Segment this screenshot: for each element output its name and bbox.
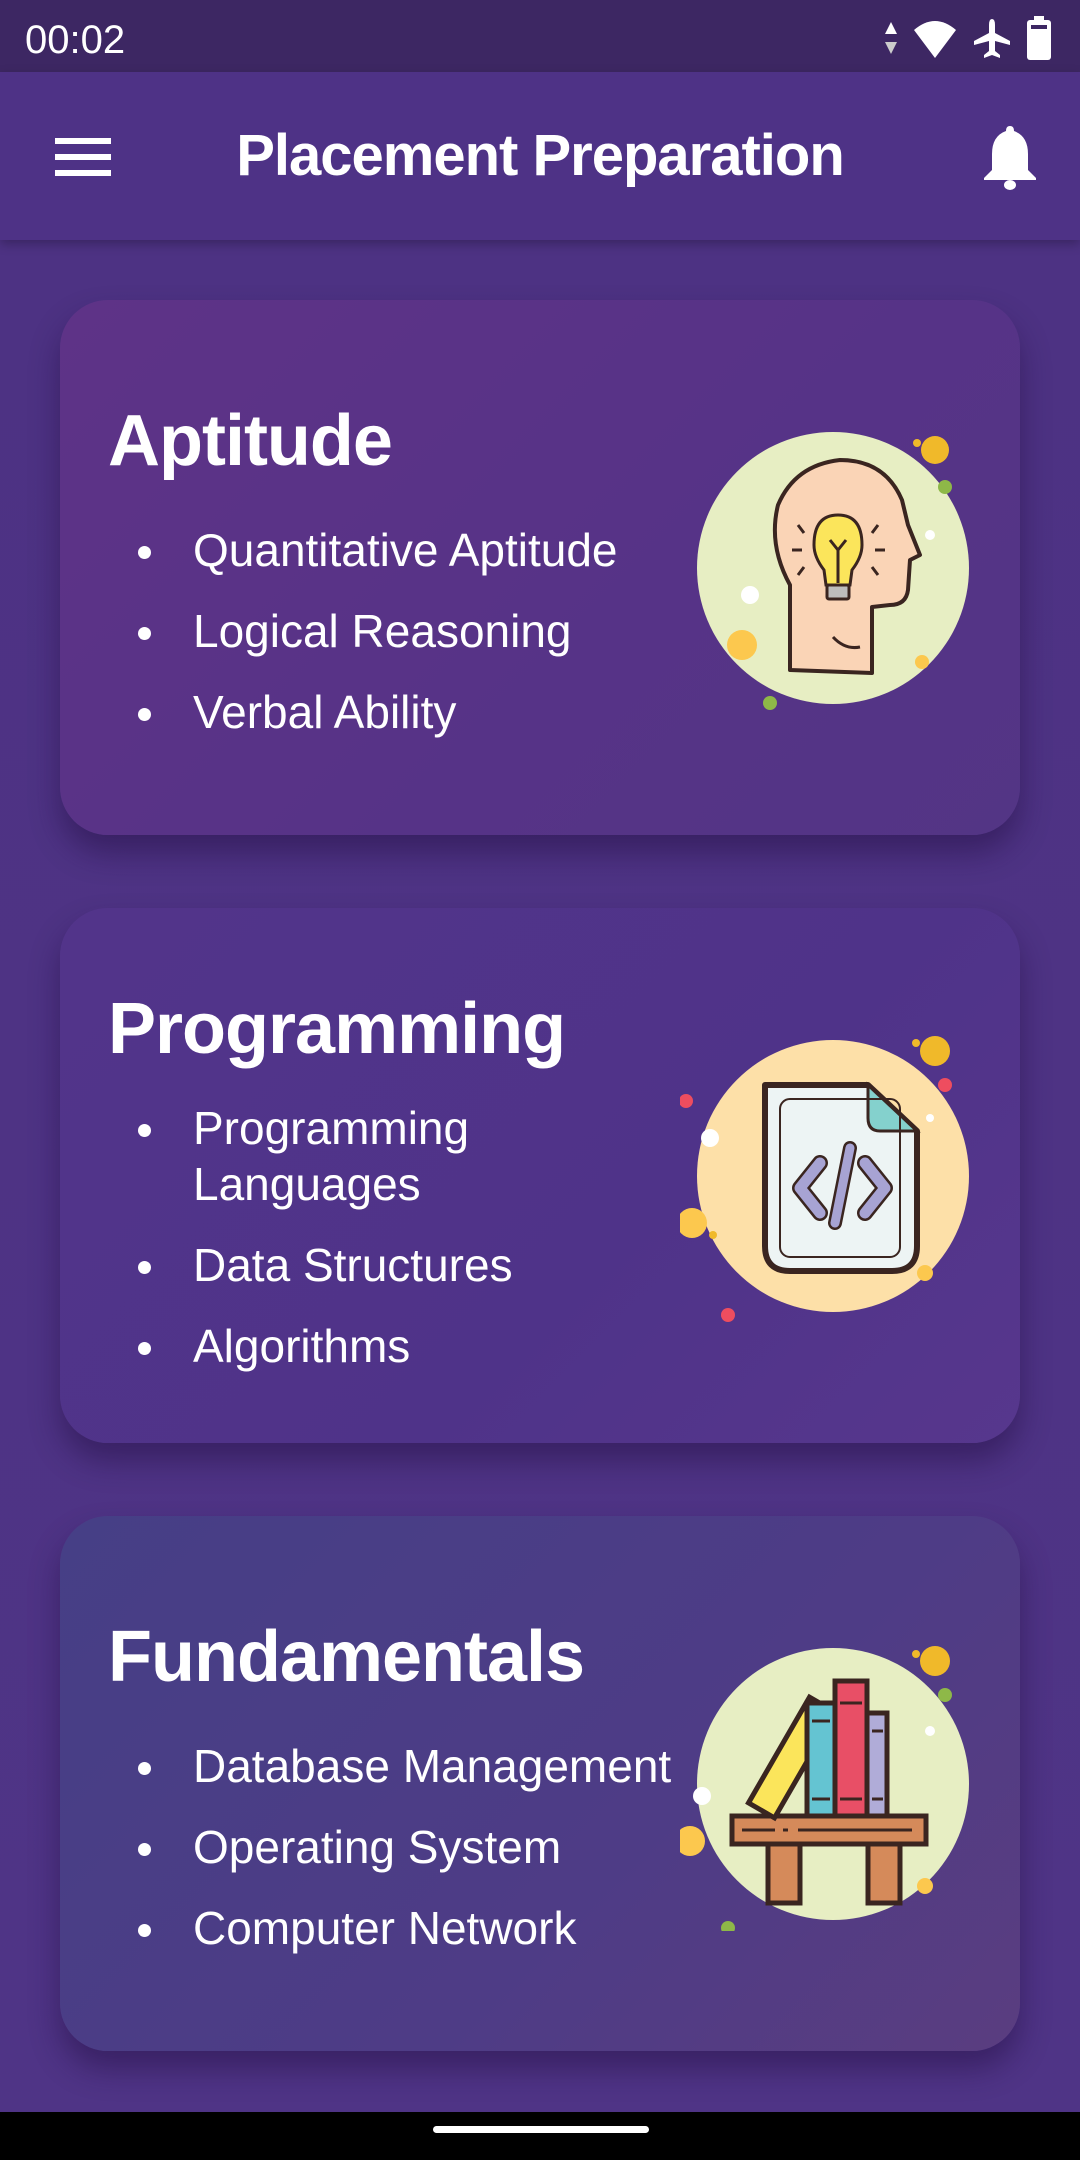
topic-list: Programming Languages Data Structures Al… xyxy=(108,1100,533,1399)
bookshelf-icon xyxy=(680,1646,969,1931)
list-item[interactable]: Computer Network xyxy=(108,1900,671,1956)
topic-list: Database Management Operating System Com… xyxy=(108,1738,671,1981)
list-item[interactable]: Quantitative Aptitude xyxy=(108,522,618,578)
list-item[interactable]: Data Structures xyxy=(108,1237,533,1293)
topic-list: Quantitative Aptitude Logical Reasoning … xyxy=(108,522,618,765)
battery-icon xyxy=(1027,16,1051,60)
code-file-icon xyxy=(680,1036,969,1322)
bell-icon[interactable] xyxy=(980,122,1040,192)
wifi-icon xyxy=(914,21,956,58)
airplane-mode-icon xyxy=(974,19,1010,58)
page-title: Placement Preparation xyxy=(236,123,845,188)
list-item[interactable]: Algorithms xyxy=(108,1318,533,1374)
app-bar: Placement Preparation xyxy=(0,72,1080,240)
content-area: Aptitude Quantitative Aptitude Logical R… xyxy=(0,240,1080,2112)
list-item[interactable]: Database Management xyxy=(108,1738,671,1794)
status-icons xyxy=(884,16,1052,60)
card-programming[interactable]: Programming Programming Languages Data S… xyxy=(60,908,1020,1443)
status-bar: 00:02 xyxy=(0,0,1080,72)
card-aptitude[interactable]: Aptitude Quantitative Aptitude Logical R… xyxy=(60,300,1020,835)
card-title: Fundamentals xyxy=(108,1617,585,1697)
system-nav-bar xyxy=(0,2112,1080,2160)
list-item[interactable]: Programming Languages xyxy=(108,1100,533,1212)
data-arrows-icon xyxy=(885,22,897,54)
card-title: Aptitude xyxy=(108,401,393,481)
head-lightbulb-icon xyxy=(697,432,969,710)
list-item[interactable]: Logical Reasoning xyxy=(108,603,618,659)
status-time: 00:02 xyxy=(25,18,126,62)
home-gesture-handle[interactable] xyxy=(433,2126,649,2133)
list-item[interactable]: Verbal Ability xyxy=(108,684,618,740)
list-item[interactable]: Operating System xyxy=(108,1819,671,1875)
card-fundamentals[interactable]: Fundamentals Database Management Operati… xyxy=(60,1516,1020,2051)
card-title: Programming xyxy=(108,989,566,1069)
